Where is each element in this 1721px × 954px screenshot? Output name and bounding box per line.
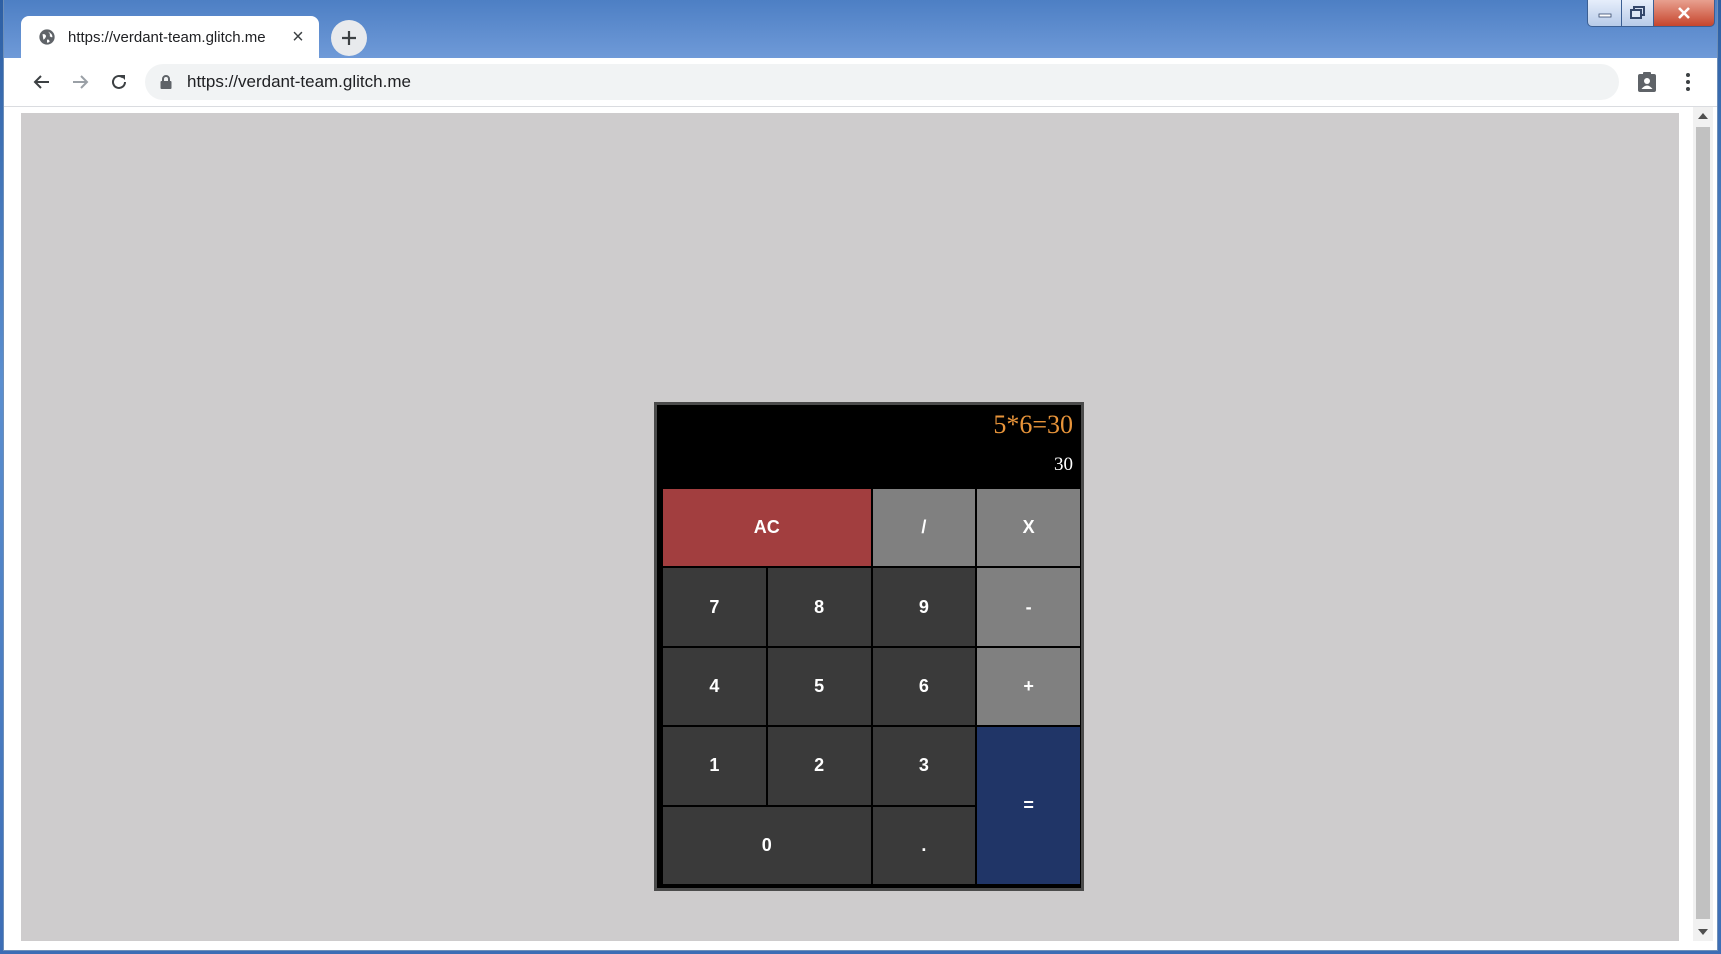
digit-5-button[interactable]: 5 (767, 647, 871, 726)
browser-tab[interactable]: https://verdant-team.glitch.me × (21, 16, 319, 58)
keypad: AC / X 7 8 9 - 4 5 6 + 1 2 3 = 0 . (663, 489, 1080, 884)
globe-icon (39, 29, 55, 45)
restore-icon (1630, 6, 1645, 19)
profile-button[interactable] (1633, 68, 1661, 96)
browser-menu-button[interactable] (1674, 68, 1702, 96)
arrow-left-icon (33, 75, 49, 89)
digit-6-button[interactable]: 6 (872, 647, 976, 726)
divide-button[interactable]: / (872, 489, 976, 567)
minimize-button[interactable] (1587, 0, 1623, 27)
browser-toolbar (4, 58, 1717, 107)
close-icon (1678, 7, 1690, 19)
tab-title: https://verdant-team.glitch.me (68, 28, 266, 46)
maximize-button[interactable] (1621, 0, 1655, 27)
lock-icon (160, 75, 172, 89)
plus-icon (342, 31, 356, 45)
forward-button[interactable] (66, 68, 94, 96)
digit-1-button[interactable]: 1 (663, 727, 766, 805)
page-viewport: 5*6=30 30 AC / X 7 8 9 - 4 5 6 + 1 2 3 =… (21, 113, 1679, 941)
close-icon[interactable]: × (287, 26, 309, 48)
back-button[interactable] (28, 68, 56, 96)
browser-window: https://verdant-team.glitch.me × https:/… (4, 0, 1717, 950)
digit-8-button[interactable]: 8 (767, 568, 871, 646)
digit-7-button[interactable]: 7 (663, 568, 766, 646)
scroll-up-button[interactable] (1693, 107, 1713, 125)
kebab-menu-icon (1686, 73, 1690, 91)
digit-0-button[interactable]: 0 (663, 806, 871, 884)
expression-display: 5*6=30 (993, 410, 1073, 439)
decimal-button[interactable]: . (872, 806, 976, 884)
calculator: 5*6=30 30 AC / X 7 8 9 - 4 5 6 + 1 2 3 =… (654, 402, 1084, 891)
scrollbar-thumb[interactable] (1696, 127, 1710, 919)
reload-button[interactable] (105, 68, 133, 96)
scroll-down-icon (1698, 929, 1708, 935)
vertical-scrollbar[interactable] (1693, 107, 1713, 941)
digit-2-button[interactable]: 2 (767, 727, 871, 805)
digit-3-button[interactable]: 3 (872, 727, 976, 805)
address-bar[interactable] (145, 64, 1619, 100)
reload-icon (112, 74, 126, 89)
add-button[interactable]: + (977, 647, 1080, 726)
clear-button[interactable]: AC (663, 489, 871, 567)
multiply-button[interactable]: X (977, 489, 1080, 567)
window-close-button[interactable] (1653, 0, 1715, 27)
arrow-right-icon (73, 75, 89, 89)
tab-strip: https://verdant-team.glitch.me × (4, 0, 1717, 58)
scroll-up-icon (1698, 113, 1708, 119)
digit-9-button[interactable]: 9 (872, 568, 976, 646)
url-input[interactable] (187, 72, 1487, 92)
minimize-icon (1598, 13, 1612, 18)
digit-4-button[interactable]: 4 (663, 647, 766, 726)
subtract-button[interactable]: - (977, 568, 1080, 646)
profile-icon (1638, 72, 1656, 92)
equals-button[interactable]: = (977, 727, 1080, 884)
calculator-display: 5*6=30 30 (657, 405, 1081, 487)
scroll-down-button[interactable] (1693, 923, 1713, 941)
new-tab-button[interactable] (331, 20, 367, 56)
result-display: 30 (1054, 454, 1073, 475)
